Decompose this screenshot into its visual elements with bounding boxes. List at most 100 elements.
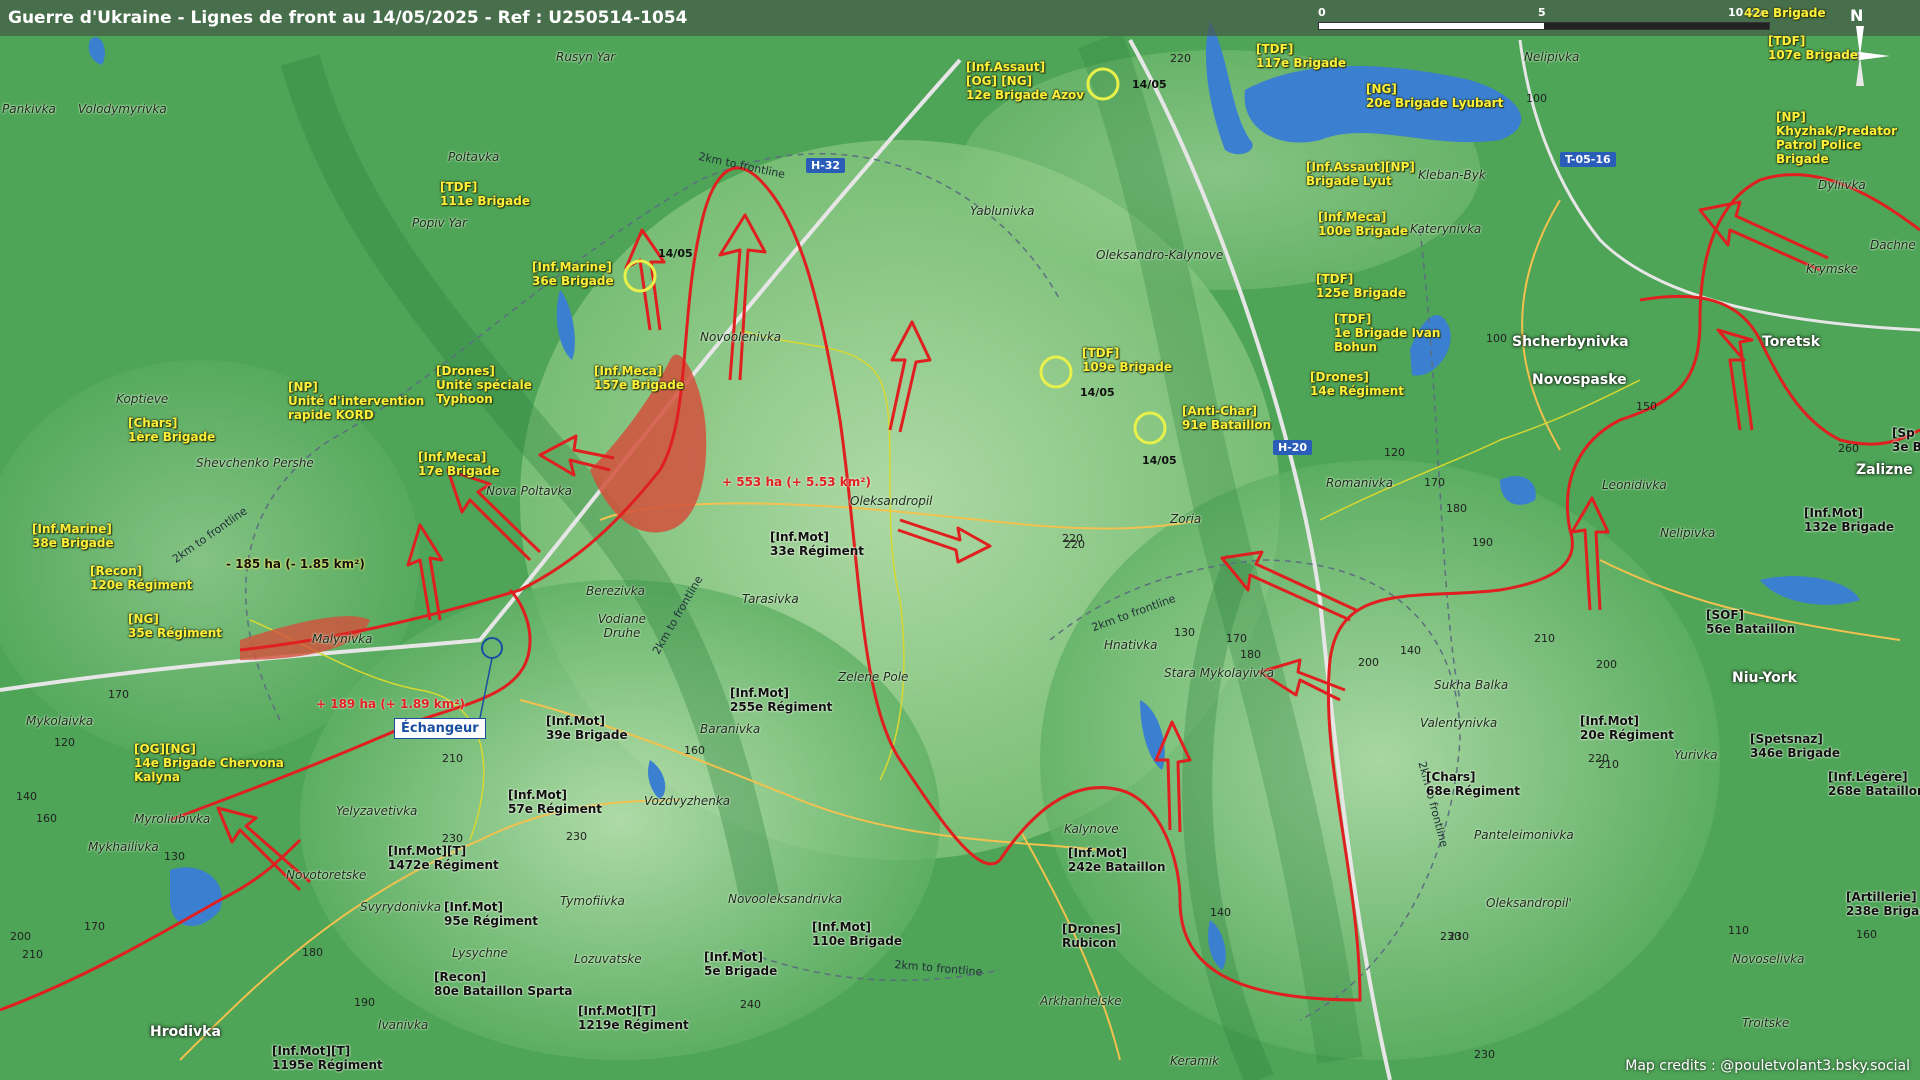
town-label: Myroliubivka: [134, 812, 211, 826]
altitude-label: 240: [740, 998, 761, 1011]
ua-unit-label[interactable]: [NP] Khyzhak/Predator Patrol Police Brigade: [1776, 110, 1897, 166]
town-label: Nova Poltavka: [486, 484, 572, 498]
town-label: Keramik: [1170, 1054, 1220, 1068]
altitude-label: 140: [16, 790, 37, 803]
ru-unit-label[interactable]: [Inf.Mot] 242e Bataillon: [1068, 846, 1166, 874]
ru-unit-label[interactable]: [Inf.Mot] 95e Régiment: [444, 900, 538, 928]
ru-unit-label[interactable]: [Sp 3e B: [1892, 426, 1920, 454]
ru-unit-label[interactable]: [Inf.Mot] 132e Brigade: [1804, 506, 1894, 534]
ru-unit-label[interactable]: [SOF] 56e Bataillon: [1706, 608, 1795, 636]
town-label: Vozdvyzhenka: [644, 794, 731, 808]
ua-unit-label[interactable]: [Inf.Marine] 36e Brigade: [532, 260, 614, 288]
territory-gain-label: + 553 ha (+ 5.53 km²): [722, 475, 872, 489]
ua-unit-label[interactable]: [NG] 35e Régiment: [128, 612, 222, 640]
ru-unit-label[interactable]: [Drones] Rubicon: [1062, 922, 1121, 950]
town-label: Vodiane Druhe: [597, 612, 647, 640]
big-town-label: Zalizne: [1856, 462, 1913, 478]
ru-unit-label[interactable]: [Inf.Mot] 110e Brigade: [812, 920, 902, 948]
ru-unit-label[interactable]: [Inf.Légère] 268e Bataillon: [1828, 770, 1920, 798]
altitude-label: 180: [1240, 648, 1261, 661]
town-label: Mykolaivka: [26, 714, 94, 728]
ru-unit-label[interactable]: [Inf.Mot] 20e Régiment: [1580, 714, 1674, 742]
big-town-label: Novospaske: [1532, 372, 1627, 388]
ua-unit-label[interactable]: [Inf.Meca] 157e Brigade: [594, 364, 684, 392]
town-label: Ivanivka: [378, 1018, 429, 1032]
map-canvas[interactable]: Guerre d'Ukraine - Lignes de front au 14…: [0, 0, 1920, 1080]
town-label: Valentynivka: [1420, 716, 1498, 730]
ua-unit-label[interactable]: [TDF] 117e Brigade: [1256, 42, 1346, 70]
altitude-label: 220: [1170, 52, 1191, 65]
altitude-label: 230: [1448, 930, 1469, 943]
ua-unit-label[interactable]: [NG] 20e Brigade Lyubart: [1366, 82, 1503, 110]
ua-unit-label[interactable]: [Inf.Meca] 100e Brigade: [1318, 210, 1408, 238]
town-label: Novoolenivka: [700, 330, 782, 344]
ua-unit-label[interactable]: [TDF] 111e Brigade: [440, 180, 530, 208]
big-town-label: Hrodivka: [150, 1024, 221, 1040]
town-label: Nelipivka: [1660, 526, 1716, 540]
ua-unit-label[interactable]: [Inf.Meca] 17e Brigade: [418, 450, 500, 478]
ua-unit-label[interactable]: [Inf.Assaut][NP] Brigade Lyut: [1306, 160, 1415, 188]
road-label: H-32: [806, 158, 846, 173]
ua-unit-label[interactable]: [TDF] 109e Brigade: [1082, 346, 1172, 374]
ru-unit-label[interactable]: [Inf.Mot] 33e Régiment: [770, 530, 864, 558]
ru-unit-label[interactable]: [Recon] 80e Bataillon Sparta: [434, 970, 572, 998]
altitude-label: 180: [1446, 502, 1467, 515]
town-label: Volodymyrivka: [78, 102, 167, 116]
town-label: Svyrydonivka: [360, 900, 442, 914]
altitude-label: 160: [36, 812, 57, 825]
highlight-ring-icon: [1133, 411, 1167, 445]
town-label: Zelene Pole: [838, 670, 909, 684]
town-label: Poltavka: [448, 150, 500, 164]
ua-unit-label[interactable]: [Drones] 14e Régiment: [1310, 370, 1404, 398]
road-label: T-05-16: [1560, 152, 1616, 167]
ru-unit-label[interactable]: [Inf.Mot][T] 1472e Régiment: [388, 844, 499, 872]
road-label: H-20: [1273, 440, 1313, 455]
ua-unit-label[interactable]: [TDF] 107e Brigade: [1768, 34, 1858, 62]
altitude-label: 230: [1474, 1048, 1495, 1061]
ru-unit-label[interactable]: [Chars] 68e Régiment: [1426, 770, 1520, 798]
ua-unit-label[interactable]: [NP] Unité d'intervention rapide KORD: [288, 380, 424, 422]
town-label: Tarasivka: [742, 592, 799, 606]
ru-unit-label[interactable]: [Inf.Mot] 39e Brigade: [546, 714, 628, 742]
date-label: 14/05: [1142, 454, 1177, 467]
ru-unit-label[interactable]: [Inf.Mot] 57e Régiment: [508, 788, 602, 816]
date-label: 14/05: [658, 247, 693, 260]
altitude-label: 170: [84, 920, 105, 933]
scale-bar-line: [1318, 22, 1770, 30]
ua-unit-label[interactable]: [TDF] 1e Brigade Ivan Bohun: [1334, 312, 1440, 354]
altitude-label: 190: [354, 996, 375, 1009]
ua-unit-label[interactable]: [TDF] 125e Brigade: [1316, 272, 1406, 300]
ua-unit-label[interactable]: [OG][NG] 14e Brigade Chervona Kalyna: [134, 742, 284, 784]
altitude-label: 160: [684, 744, 705, 757]
ru-unit-label[interactable]: [Artillerie]238e Brigade: [1846, 890, 1920, 918]
ua-unit-label[interactable]: [Inf.Marine] 38e Brigade: [32, 522, 114, 550]
highlight-ring-icon: [1086, 67, 1120, 101]
altitude-label: 160: [1856, 928, 1877, 941]
altitude-label: 210: [442, 752, 463, 765]
town-label: Malynivka: [312, 632, 373, 646]
town-label: Shevchenko Pershe: [196, 456, 314, 470]
ru-unit-label[interactable]: [Inf.Mot] 255e Régiment: [730, 686, 832, 714]
altitude-label: 220: [1064, 538, 1085, 551]
map-title: Guerre d'Ukraine - Lignes de front au 14…: [8, 8, 688, 28]
ua-unit-label[interactable]: [Recon] 120e Régiment: [90, 564, 192, 592]
altitude-label: 130: [1174, 626, 1195, 639]
town-label: Hnativka: [1104, 638, 1158, 652]
town-label: Kleban-Byk: [1418, 168, 1486, 182]
ru-unit-label[interactable]: [Inf.Mot] 5e Brigade: [704, 950, 777, 978]
date-label: 14/05: [1132, 78, 1167, 91]
ru-unit-label[interactable]: [Inf.Mot][T] 1195e Régiment: [272, 1044, 383, 1072]
ua-unit-label[interactable]: [Drones] Unité spéciale Typhoon: [436, 364, 532, 406]
scale-tick-5: 5: [1538, 6, 1546, 19]
town-label: Berezivka: [586, 584, 645, 598]
ru-unit-label[interactable]: [Inf.Mot][T] 1219e Régiment: [578, 1004, 689, 1032]
territory-loss-label: - 185 ha (- 1.85 km²): [226, 557, 365, 571]
ru-unit-label[interactable]: [Spetsnaz] 346e Brigade: [1750, 732, 1840, 760]
ua-unit-label[interactable]: 42e Brigade: [1744, 6, 1826, 20]
ua-unit-label[interactable]: [Chars] 1ère Brigade: [128, 416, 215, 444]
date-label: 14/05: [1080, 386, 1115, 399]
town-label: Pankivka: [2, 102, 56, 116]
ua-unit-label[interactable]: [Anti-Char] 91e Bataillon: [1182, 404, 1271, 432]
ua-unit-label[interactable]: [Inf.Assaut] [OG] [NG] 12e Brigade Azov: [966, 60, 1084, 102]
town-label: Krymske: [1806, 262, 1859, 276]
